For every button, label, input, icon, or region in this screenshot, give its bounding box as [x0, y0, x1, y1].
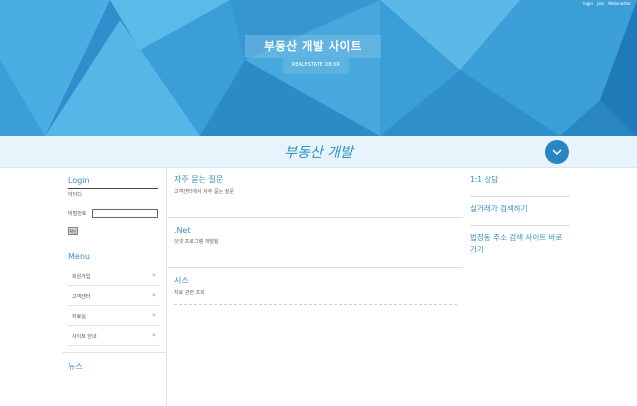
- post-item[interactable]: 시스 자료 관련 조회: [174, 275, 454, 296]
- divider: [470, 196, 570, 197]
- login-title: Login: [68, 176, 90, 185]
- post-item[interactable]: 자주 묻는 질문 고객센터에서 자주 묻는 질문: [174, 174, 454, 195]
- top-link-login[interactable]: login: [583, 1, 593, 6]
- sidebar-item-signup[interactable]: 회원가입 »: [68, 266, 160, 286]
- chevron-right-icon: »: [151, 291, 156, 299]
- post-title: 자주 묻는 질문: [174, 175, 224, 184]
- section-bar: 부동산 개발: [0, 136, 637, 168]
- divider: [62, 352, 166, 353]
- sidebar-item-support[interactable]: 고객센터 »: [68, 286, 160, 306]
- post-list: 자주 묻는 질문 고객센터에서 자주 묻는 질문 .Net 닷넷 프로그램 개발…: [168, 168, 463, 406]
- post-subtitle: 자료 관련 조회: [174, 290, 205, 296]
- header-banner: login join Webmaster 부동산 개발 사이트 REALESTA…: [0, 0, 637, 136]
- section-title: 부동산 개발: [284, 145, 353, 161]
- divider: [174, 304, 457, 305]
- id-field[interactable]: [68, 188, 158, 189]
- sidebar-item-guide[interactable]: 사이트 안내 »: [68, 326, 160, 346]
- chevron-right-icon: »: [151, 271, 156, 279]
- sidebar-item-library[interactable]: 자료실 »: [68, 306, 160, 326]
- sidebar-item-label: 사이트 안내: [72, 334, 97, 340]
- chevron-right-icon: »: [151, 331, 156, 339]
- id-label: 아이디: [68, 192, 82, 198]
- scroll-down-button[interactable]: [545, 140, 569, 164]
- news-title: 뉴스: [68, 362, 83, 371]
- sidebar-item-label: 고객센터: [72, 294, 91, 300]
- quick-links: 1:1 상담 실거래가 검색하기 법정동 주소 검색 사이트 바로 가기: [470, 168, 570, 406]
- password-field[interactable]: [92, 209, 158, 218]
- menu-title: Menu: [68, 252, 90, 261]
- site-url[interactable]: REALESTATE DB.KR: [283, 57, 349, 74]
- sidebar: Login 아이디 비밀번호 확인 Menu 회원가입 » 고객센터 » 자료실…: [62, 168, 167, 406]
- link-address-search[interactable]: 법정동 주소 검색 사이트 바로 가기: [470, 232, 570, 256]
- sidebar-item-label: 회원가입: [72, 274, 91, 280]
- post-item[interactable]: .Net 닷넷 프로그램 개발팀: [174, 226, 454, 245]
- chevron-right-icon: »: [151, 311, 156, 319]
- post-title: 시스: [174, 276, 189, 285]
- chevron-down-icon: [552, 149, 562, 155]
- top-link-join[interactable]: join: [597, 1, 604, 6]
- link-consultation[interactable]: 1:1 상담: [470, 174, 570, 186]
- divider: [168, 217, 463, 218]
- sidebar-item-label: 자료실: [72, 314, 86, 320]
- post-subtitle: 고객센터에서 자주 묻는 질문: [174, 189, 234, 195]
- post-subtitle: 닷넷 프로그램 개발팀: [174, 239, 219, 245]
- top-link-webmaster[interactable]: Webmaster: [608, 1, 631, 6]
- post-title: .Net: [174, 226, 191, 235]
- site-title[interactable]: 부동산 개발 사이트: [245, 35, 381, 58]
- link-price-search[interactable]: 실거래가 검색하기: [470, 203, 570, 215]
- login-button[interactable]: 확인: [68, 227, 78, 235]
- password-label: 비밀번호: [68, 211, 87, 217]
- divider: [168, 267, 463, 268]
- top-links: login join Webmaster: [583, 1, 631, 6]
- page: login join Webmaster 부동산 개발 사이트 REALESTA…: [0, 0, 637, 406]
- divider: [470, 225, 570, 226]
